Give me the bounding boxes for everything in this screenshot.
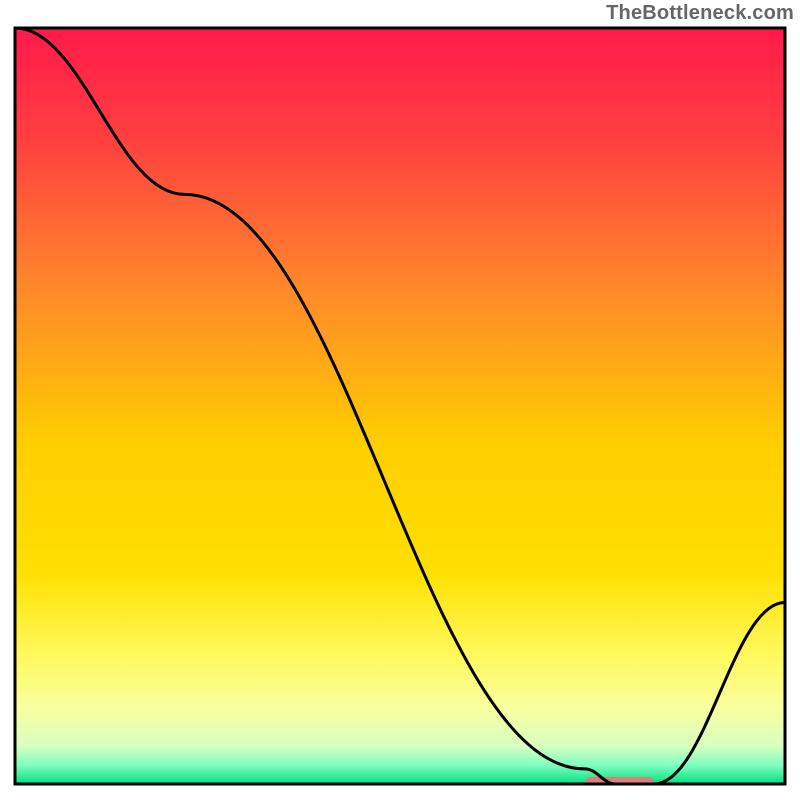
chart-frame: TheBottleneck.com <box>0 0 800 800</box>
chart-background <box>15 28 785 784</box>
bottleneck-chart <box>0 0 800 800</box>
